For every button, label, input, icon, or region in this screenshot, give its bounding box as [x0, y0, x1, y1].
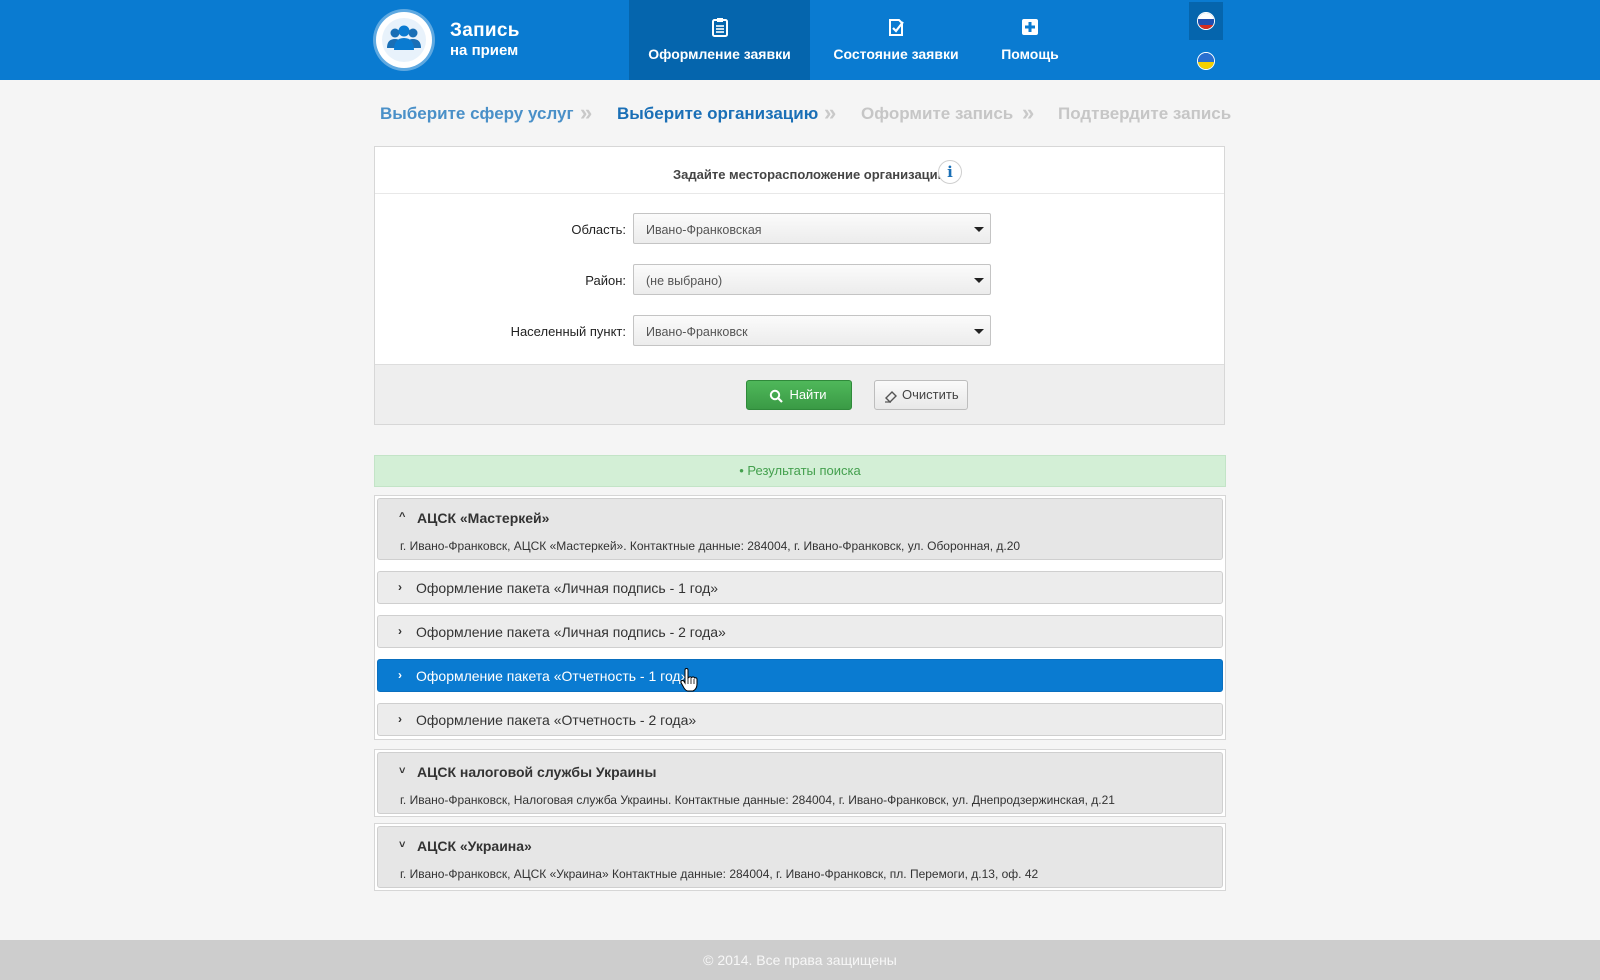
package-item[interactable]: › Оформление пакета «Личная подпись - 2 … — [377, 615, 1223, 648]
package-label: Оформление пакета «Отчетность - 1 год» — [416, 668, 689, 684]
locality-label: Населенный пункт: — [510, 324, 626, 339]
clipboard-icon — [711, 18, 728, 37]
check-doc-icon — [889, 19, 904, 36]
chevron-right-icon: › — [398, 668, 402, 682]
top-header: Запись на прием Оформление заявки Состоя… — [0, 0, 1600, 80]
org-name: АЦСК «Мастеркей» — [417, 510, 550, 526]
chevron-down-icon — [974, 227, 984, 232]
locality-value: Ивано-Франковск — [646, 325, 748, 339]
org-description: г. Ивано-Франковск, АЦСК «Украина» Конта… — [400, 867, 1039, 881]
footer-copyright: © 2014. Все права защищены — [0, 940, 1600, 980]
nav-tab-label: Состояние заявки — [833, 46, 959, 62]
chevron-up-icon: ^ — [399, 511, 406, 523]
locality-select[interactable]: Ивано-Франковск — [633, 315, 991, 346]
nav-tab-application[interactable]: Оформление заявки — [629, 0, 810, 80]
brand-line-1: Запись — [450, 20, 520, 41]
region-row: Область: Ивано-Франковская — [375, 213, 1224, 245]
locality-row: Населенный пункт: Ивано-Франковск — [375, 315, 1224, 347]
step-confirm-appointment: Подтвердите запись — [1058, 104, 1232, 123]
lang-ua-button[interactable] — [1189, 42, 1223, 80]
lang-ru-button[interactable] — [1189, 2, 1223, 40]
chevron-right-icon: › — [398, 580, 402, 594]
eraser-icon — [885, 391, 897, 403]
step-choose-organization[interactable]: Выберите организацию — [617, 104, 818, 124]
region-value: Ивано-Франковская — [646, 223, 762, 237]
step-separator-icon: » — [1022, 100, 1035, 125]
find-button[interactable]: Найти — [746, 380, 852, 410]
region-select[interactable]: Ивано-Франковская — [633, 213, 991, 244]
ukraine-flag-icon — [1197, 52, 1215, 70]
wizard-steps: Выберите сферу услуг » Выберите организа… — [380, 100, 1231, 126]
brand-line-2: на прием — [450, 42, 519, 59]
search-icon — [769, 389, 783, 403]
nav-tab-status[interactable]: Состояние заявки — [810, 0, 982, 80]
info-icon[interactable]: i — [938, 160, 962, 184]
clear-button-label: Очистить — [902, 387, 959, 402]
chevron-down-icon: ˅ — [399, 765, 406, 777]
chevron-right-icon: › — [398, 624, 402, 638]
chevron-down-icon — [974, 329, 984, 334]
district-row: Район: (не выбрано) — [375, 264, 1224, 296]
region-label: Область: — [571, 222, 626, 237]
nav-tab-help[interactable]: Помощь — [982, 0, 1078, 80]
org-card: ˅ АЦСК налоговой службы Украины г. Ивано… — [374, 749, 1226, 817]
package-label: Оформление пакета «Личная подпись - 2 го… — [416, 624, 726, 640]
package-item[interactable]: › Оформление пакета «Личная подпись - 1 … — [377, 571, 1223, 604]
package-label: Оформление пакета «Личная подпись - 1 го… — [416, 580, 719, 596]
location-panel-header: Задайте месторасположение организации i — [375, 147, 1224, 194]
location-panel-footer: Найти Очистить — [375, 364, 1224, 424]
org-description: г. Ивано-Франковск, АЦСК «Мастеркей». Ко… — [400, 539, 1021, 553]
search-results-header: • Результаты поиска — [374, 455, 1226, 487]
step-choose-service[interactable]: Выберите сферу услуг — [380, 104, 574, 124]
location-title: Задайте месторасположение организации — [673, 167, 946, 182]
org-name: АЦСК налоговой службы Украины — [417, 764, 657, 780]
package-item-selected[interactable]: › Оформление пакета «Отчетность - 1 год» — [377, 659, 1223, 692]
chevron-down-icon — [974, 278, 984, 283]
location-panel: Задайте месторасположение организации i … — [374, 146, 1225, 425]
district-select[interactable]: (не выбрано) — [633, 264, 991, 295]
org-header[interactable]: ˅ АЦСК налоговой службы Украины г. Ивано… — [377, 752, 1223, 814]
district-label: Район: — [585, 273, 626, 288]
package-label: Оформление пакета «Отчетность - 2 года» — [416, 712, 697, 728]
step-separator-icon: » — [824, 100, 837, 125]
chevron-down-icon: ˅ — [399, 839, 406, 851]
org-header[interactable]: ^ АЦСК «Мастеркей» г. Ивано-Франковск, А… — [377, 498, 1223, 560]
package-item[interactable]: › Оформление пакета «Отчетность - 2 года… — [377, 703, 1223, 736]
step-make-appointment: Оформите запись — [861, 104, 1014, 123]
org-card: ^ АЦСК «Мастеркей» г. Ивано-Франковск, А… — [374, 495, 1226, 740]
russia-flag-icon — [1197, 12, 1215, 30]
plus-box-icon — [1022, 19, 1038, 35]
org-name: АЦСК «Украина» — [417, 838, 532, 854]
district-value: (не выбрано) — [646, 274, 723, 288]
org-description: г. Ивано-Франковск, Налоговая служба Укр… — [400, 793, 1115, 807]
chevron-right-icon: › — [398, 712, 402, 726]
clear-button[interactable]: Очистить — [874, 380, 968, 410]
step-separator-icon: » — [580, 100, 593, 125]
people-icon — [387, 25, 421, 50]
logo[interactable] — [376, 12, 432, 68]
nav-tab-label: Помощь — [1001, 46, 1059, 62]
nav-tab-label: Оформление заявки — [648, 46, 791, 62]
brand-title[interactable]: Запись на прием — [450, 20, 520, 59]
org-card: ˅ АЦСК «Украина» г. Ивано-Франковск, АЦС… — [374, 823, 1226, 891]
org-header[interactable]: ˅ АЦСК «Украина» г. Ивано-Франковск, АЦС… — [377, 826, 1223, 888]
hand-pointer-icon — [680, 668, 698, 692]
